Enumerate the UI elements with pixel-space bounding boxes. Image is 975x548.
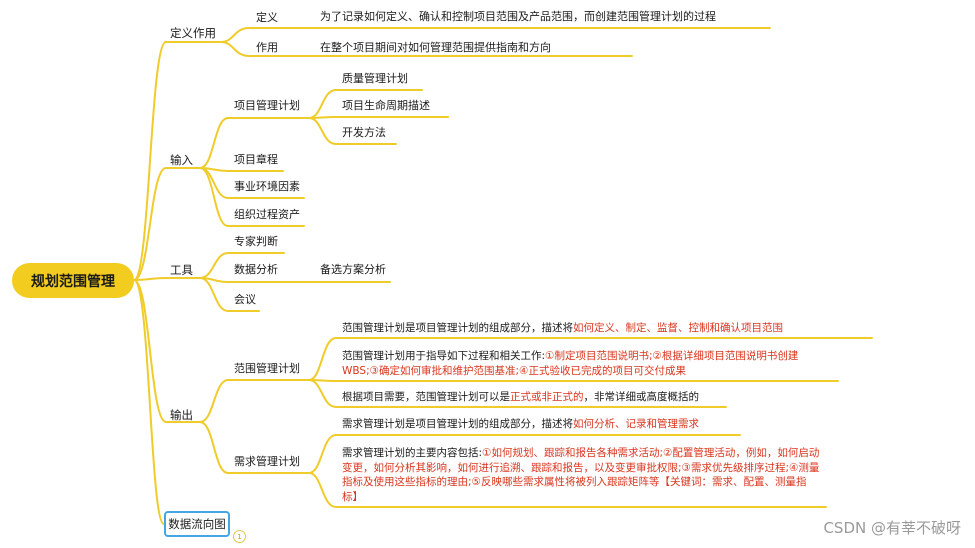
req-plan-p1-text: 需求管理计划是项目管理计划的组成部分，描述将 <box>342 418 573 430</box>
node-req-plan-p2[interactable]: 需求管理计划的主要内容包括:①如何规划、跟踪和报告各种需求活动;②配置管理活动，… <box>342 446 820 504</box>
node-requirements-mgmt-plan[interactable]: 需求管理计划 <box>234 455 300 469</box>
node-alternatives-analysis[interactable]: 备选方案分析 <box>320 263 386 277</box>
node-scope-mgmt-plan[interactable]: 范围管理计划 <box>234 362 300 376</box>
node-dataflow-diagram[interactable]: 数据流向图 <box>164 511 230 537</box>
scope-plan-p1-text: 范围管理计划是项目管理计划的组成部分，描述将 <box>342 322 573 334</box>
node-meetings[interactable]: 会议 <box>234 293 256 307</box>
badge-count: 1 <box>237 532 242 541</box>
node-req-plan-p1[interactable]: 需求管理计划是项目管理计划的组成部分，描述将如何分析、记录和管理需求 <box>342 417 742 432</box>
node-purpose-text[interactable]: 在整个项目期间对如何管理范围提供指南和方向 <box>320 41 551 55</box>
root-node[interactable]: 规划范围管理 <box>12 263 134 298</box>
node-quality-mgmt-plan[interactable]: 质量管理计划 <box>342 72 408 86</box>
node-opa[interactable]: 组织过程资产 <box>234 208 300 222</box>
connector-root-dataflow <box>133 279 165 525</box>
collapse-count-badge[interactable]: 1 <box>233 530 246 543</box>
node-tools[interactable]: 工具 <box>170 263 193 277</box>
scope-plan-p3-text: 根据项目需要，范围管理计划可以是 <box>342 391 510 403</box>
root-label: 规划范围管理 <box>31 273 115 290</box>
req-plan-p1-highlight: 如何分析、记录和管理需求 <box>573 418 699 430</box>
node-expert-judgment[interactable]: 专家判断 <box>234 235 278 249</box>
scope-plan-p3-highlight: 正式或非正式的 <box>510 391 584 403</box>
node-inputs[interactable]: 输入 <box>170 153 193 167</box>
node-lifecycle-description[interactable]: 项目生命周期描述 <box>342 99 430 113</box>
scope-plan-p3-suffix: ，非常详细或高度概括的 <box>583 391 700 403</box>
node-scope-plan-p1[interactable]: 范围管理计划是项目管理计划的组成部分，描述将如何定义、制定、监督、控制和确认项目… <box>342 321 862 336</box>
connector-root-inputs <box>133 167 167 281</box>
node-outputs[interactable]: 输出 <box>170 408 193 422</box>
node-data-analysis[interactable]: 数据分析 <box>234 263 278 277</box>
node-development-approach[interactable]: 开发方法 <box>342 126 386 140</box>
node-definition-purpose[interactable]: 定义作用 <box>170 26 216 40</box>
node-definition-text[interactable]: 为了记录如何定义、确认和控制项目范围及产品范围，而创建范围管理计划的过程 <box>320 10 716 24</box>
watermark: CSDN @有莘不破呀 <box>823 519 961 537</box>
req-plan-p2-text: 需求管理计划的主要内容包括: <box>342 447 483 459</box>
dataflow-label: 数据流向图 <box>168 517 226 531</box>
node-definition[interactable]: 定义 <box>256 11 278 25</box>
node-eef[interactable]: 事业环境因素 <box>234 180 300 194</box>
connector-root-definition <box>133 41 167 281</box>
node-project-charter[interactable]: 项目章程 <box>234 153 278 167</box>
connector-root-tools <box>133 277 167 281</box>
node-scope-plan-p2[interactable]: 范围管理计划用于指导如下过程和相关工作:①制定项目范围说明书;②根据详细项目范围… <box>342 349 826 378</box>
node-project-mgmt-plan[interactable]: 项目管理计划 <box>234 99 300 113</box>
node-purpose[interactable]: 作用 <box>256 41 278 55</box>
scope-plan-p2-text: 范围管理计划用于指导如下过程和相关工作: <box>342 350 546 362</box>
node-scope-plan-p3[interactable]: 根据项目需要，范围管理计划可以是正式或非正式的，非常详细或高度概括的 <box>342 390 762 405</box>
scope-plan-p1-highlight: 如何定义、制定、监督、控制和确认项目范围 <box>573 322 783 334</box>
